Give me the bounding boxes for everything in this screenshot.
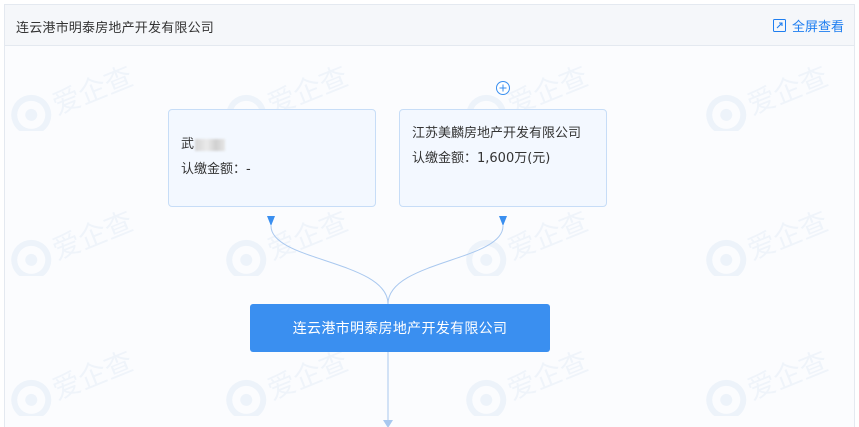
shareholder-name-wrap: 武: [181, 134, 363, 156]
arrow-down-icon: [383, 420, 393, 427]
fullscreen-label: 全屏查看: [791, 20, 844, 35]
masked-name: [195, 138, 226, 151]
shareholder-card-2[interactable]: 江苏美麟房地产开发有限公司 认缴金额：1,600万(元): [399, 109, 607, 207]
fullscreen-icon: [772, 19, 786, 32]
shareholder-card-1[interactable]: 武 认缴金额：-: [168, 109, 376, 207]
fullscreen-button[interactable]: 全屏查看: [772, 16, 844, 35]
shareholder-name: 武: [181, 137, 195, 152]
company-node[interactable]: 连云港市明泰房地产开发有限公司: [250, 304, 550, 352]
panel-header: 连云港市明泰房地产开发有限公司 全屏查看: [5, 5, 854, 46]
chart-canvas[interactable]: 爱企查 爱企查 爱企查 爱企查 爱企查 爱企查 爱企查 爱企查 爱企查 爱企查 爱企查 爱企查 武 认…: [5, 46, 854, 427]
connector-lines: [267, 81, 510, 427]
subscribed-amount: 认缴金额：-: [181, 162, 251, 177]
shareholder-name: 江苏美麟房地产开发有限公司: [412, 126, 582, 141]
expand-plus-icon[interactable]: [496, 81, 510, 95]
arrow-down-icon: [499, 216, 507, 226]
subscribed-amount: 认缴金额：1,600万(元): [412, 151, 551, 166]
equity-chart-panel: 连云港市明泰房地产开发有限公司 全屏查看 爱企查 爱企查 爱企查 爱企查 爱企查 爱企查爱…: [4, 4, 855, 427]
arrow-down-icon: [267, 216, 275, 226]
panel-title: 连云港市明泰房地产开发有限公司: [16, 21, 215, 36]
